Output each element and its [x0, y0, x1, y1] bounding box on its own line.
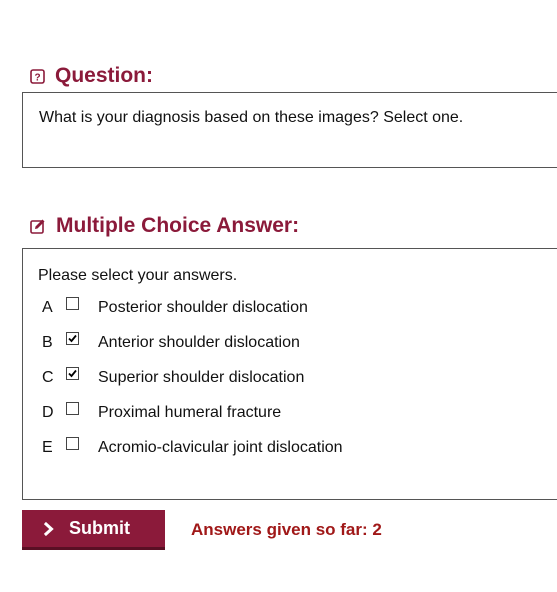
option-letter: B [42, 333, 53, 351]
answer-instructions: Please select your answers. [38, 267, 238, 284]
option-row-c[interactable]: C Superior shoulder dislocation [38, 360, 557, 395]
edit-icon [30, 218, 46, 234]
option-letter: D [42, 403, 54, 421]
option-checkbox-b[interactable] [66, 332, 79, 345]
submit-button[interactable]: Submit [22, 510, 165, 550]
option-row-e[interactable]: E Acromio-clavicular joint dislocation [38, 430, 557, 465]
question-heading-label: Question: [55, 64, 153, 87]
chevron-right-icon [44, 521, 54, 536]
svg-text:?: ? [34, 72, 40, 83]
option-checkbox-d[interactable] [66, 402, 79, 415]
question-box: What is your diagnosis based on these im… [22, 92, 557, 168]
option-letter: A [42, 298, 53, 316]
option-label[interactable]: Anterior shoulder dislocation [98, 334, 300, 352]
option-label[interactable]: Acromio-clavicular joint dislocation [98, 439, 343, 457]
option-letter: E [42, 438, 53, 456]
option-row-b[interactable]: B Anterior shoulder dislocation [38, 325, 557, 360]
help-icon: ? [30, 68, 45, 84]
submit-label: Submit [69, 518, 130, 538]
checkmark-icon [68, 369, 77, 378]
option-checkbox-a[interactable] [66, 297, 79, 310]
option-row-d[interactable]: D Proximal humeral fracture [38, 395, 557, 430]
answer-heading-label: Multiple Choice Answer: [56, 214, 300, 237]
option-row-a[interactable]: A Posterior shoulder dislocation [38, 290, 557, 325]
options-list: A Posterior shoulder dislocation B Anterior… [38, 290, 557, 465]
option-label[interactable]: Posterior shoulder dislocation [98, 299, 308, 317]
option-letter: C [42, 368, 54, 386]
option-label[interactable]: Superior shoulder dislocation [98, 369, 304, 387]
answer-box: Please select your answers. A Posterior s… [22, 248, 557, 500]
answer-heading: Multiple Choice Answer: [30, 214, 299, 238]
option-checkbox-c[interactable] [66, 367, 79, 380]
question-heading: ? Question: [30, 64, 153, 88]
checkmark-icon [68, 334, 77, 343]
answers-count: Answers given so far: 2 [191, 520, 382, 539]
option-label[interactable]: Proximal humeral fracture [98, 404, 281, 422]
question-text: What is your diagnosis based on these im… [39, 109, 464, 126]
option-checkbox-e[interactable] [66, 437, 79, 450]
